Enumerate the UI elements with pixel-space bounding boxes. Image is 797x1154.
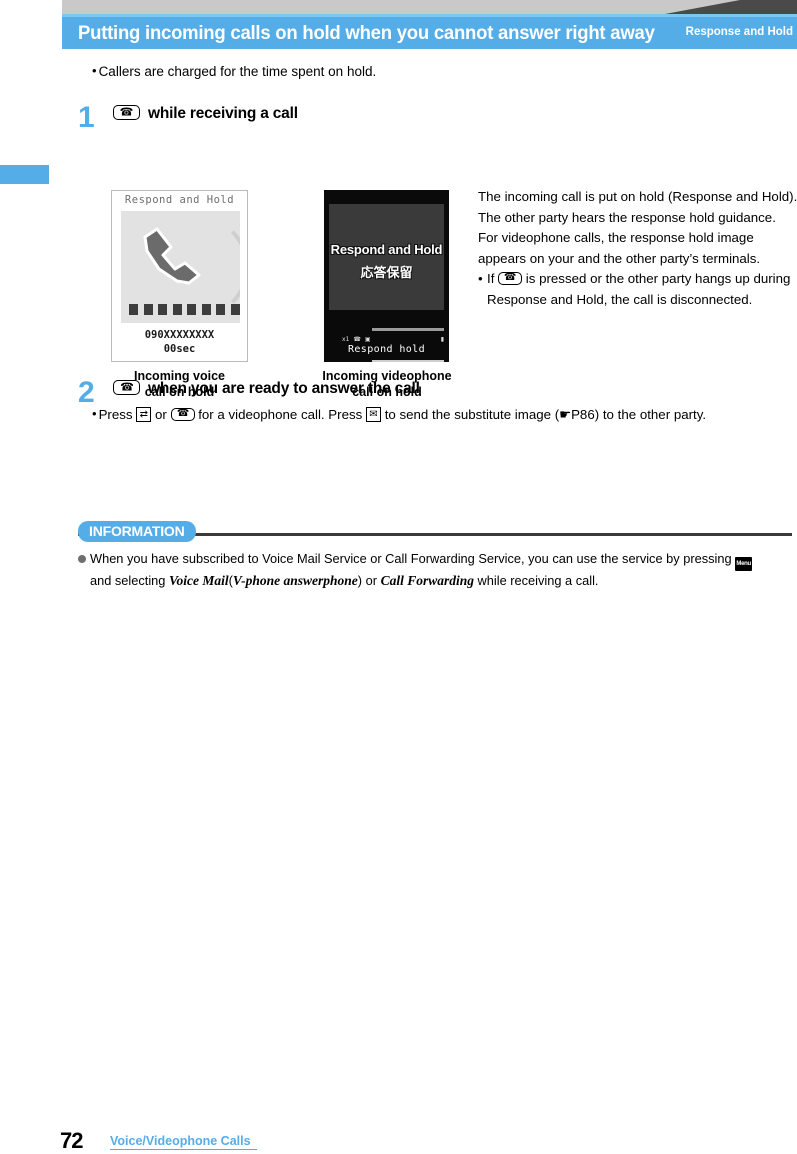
phone-offhook-key-icon: ☎	[113, 104, 140, 122]
explanatory-bullet: • If ☎ is pressed or the other party han…	[478, 269, 797, 310]
videophone-text-japanese: 応答保留	[360, 266, 413, 281]
step-2-note-p2: or	[154, 407, 167, 422]
bullet-marker: •	[92, 63, 97, 78]
step-2-note-p1: Press	[98, 407, 133, 422]
bullet-marker: •	[478, 271, 483, 286]
explanatory-paragraph-1: The incoming call is put on hold (Respon…	[478, 189, 797, 225]
voice-screen-title: Respond and Hold	[124, 194, 235, 206]
left-margin	[0, 0, 62, 17]
paren-close: )	[357, 573, 363, 588]
step-2-note-p3: for a videophone call. Press	[198, 407, 363, 422]
section-label: Response and Hold	[685, 26, 793, 38]
voice-screen-body	[121, 211, 240, 323]
zoom-level-icon: x1	[342, 336, 350, 343]
explanatory-paragraph-2: For videophone calls, the response hold …	[478, 230, 761, 266]
page-ref-arrow-icon: ☛	[559, 407, 572, 422]
explanatory-text-block: The incoming call is put on hold (Respon…	[478, 187, 797, 310]
voice-screen-duration: 00sec	[163, 343, 196, 355]
videophone-key-icon: ⇄	[136, 407, 152, 422]
information-body: When you have subscribed to Voice Mail S…	[78, 549, 796, 590]
handset-icon: ☎	[353, 336, 361, 343]
information-emphasis-voice-mail: Voice Mail	[168, 573, 229, 588]
information-tag: INFORMATION	[78, 521, 196, 542]
step-2-note-p4: to send the substitute image (	[384, 407, 560, 422]
phone-offhook-key-icon: ☎	[498, 271, 526, 286]
page-title: Putting incoming calls on hold when you …	[78, 21, 655, 44]
information-item-or: or	[365, 573, 378, 588]
voice-screen-signal-blocks	[129, 304, 240, 315]
step-1-heading: while receiving a call	[148, 105, 298, 122]
chapter-footer-link[interactable]: Voice/Videophone Calls	[110, 1134, 257, 1150]
step-2-note: • Press ⇄ or ☎ for a videophone call. Pre…	[92, 404, 782, 425]
intro-bullet: • Callers are charged for the time spent …	[92, 62, 376, 81]
information-item-end: while receiving a call.	[477, 573, 599, 588]
information-item-pre: When you have subscribed to Voice Mail S…	[90, 551, 732, 566]
screenshot-incoming-voice-call: Respond and Hold 090XXXXXXXX 00sec	[111, 190, 248, 362]
information-bullet-icon	[78, 555, 86, 563]
step-1-number: 1	[78, 101, 95, 134]
bullet-marker: •	[92, 406, 97, 421]
videophone-bottom-bar	[372, 360, 444, 362]
videophone-divider	[372, 328, 444, 331]
voice-input-icon: ▮	[440, 336, 444, 343]
screenshot-incoming-videophone-call: Respond and Hold 応答保留 x1 ☎ ▣ ▮ Respond h…	[324, 190, 449, 362]
camera-icon: ▣	[364, 336, 371, 343]
intro-bullet-text: Callers are charged for the time spent o…	[98, 64, 377, 79]
explanatory-bullet-pre: If	[487, 271, 495, 286]
videophone-softkey-label: Respond hold	[347, 344, 426, 355]
information-emphasis-vphone-answerphone: V-phone answerphone	[232, 573, 358, 588]
side-index-tab	[0, 165, 49, 184]
top-decorative-bands	[62, 0, 797, 17]
step-2-page-ref[interactable]: P86	[571, 407, 595, 422]
handset-illustration	[143, 227, 201, 285]
videophone-screen-image: Respond and Hold 応答保留	[329, 204, 444, 310]
menu-key-icon: Menu	[735, 557, 753, 571]
step-2-heading: when you are ready to answer the call	[148, 380, 420, 397]
page-number: 72	[60, 1128, 84, 1153]
phone-answer-key-icon: ☎	[170, 407, 195, 422]
explanatory-bullet-post: is pressed or the other party hangs up d…	[487, 271, 791, 307]
information-emphasis-call-forwarding: Call Forwarding	[380, 573, 474, 588]
information-item-mid: and selecting	[90, 573, 166, 588]
step-2-note-p5: ) to the other party.	[594, 407, 707, 422]
videophone-status-icons: x1 ☎ ▣ ▮	[342, 335, 444, 344]
page-header-bar: Putting incoming calls on hold when you …	[62, 17, 797, 49]
voice-screen-caller-number: 090XXXXXXXX	[144, 329, 215, 341]
videophone-text-english: Respond and Hold	[330, 242, 443, 257]
mail-key-icon: ✉	[366, 407, 381, 422]
phone-answer-key-icon: ☎	[113, 379, 140, 397]
